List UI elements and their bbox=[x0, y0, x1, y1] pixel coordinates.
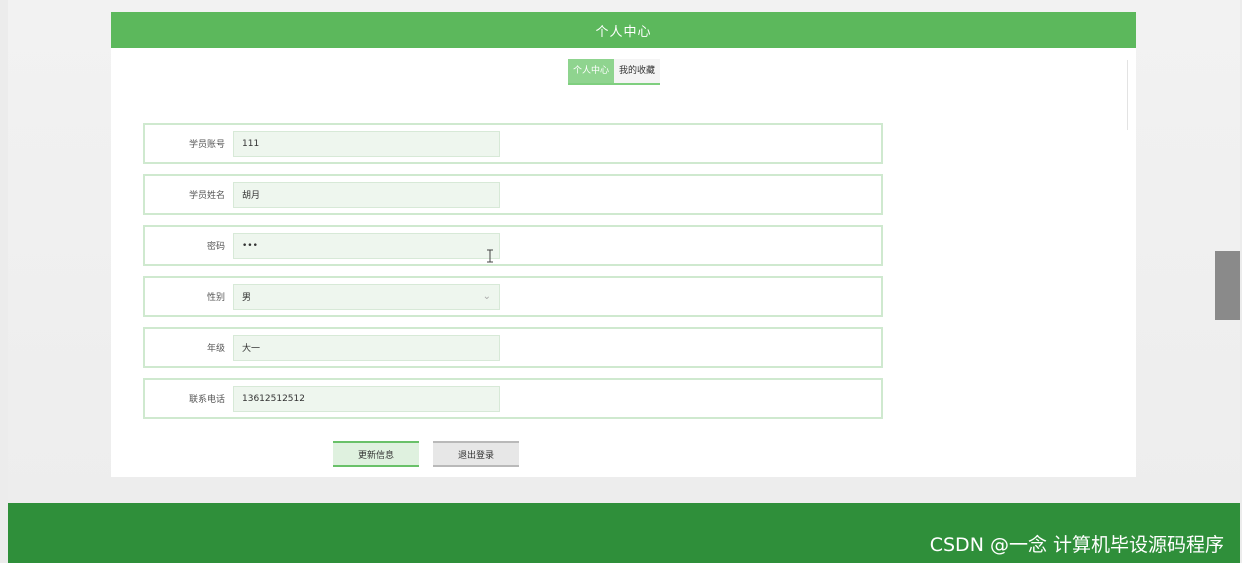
account-value: 111 bbox=[242, 138, 260, 149]
form-actions: 更新信息 退出登录 bbox=[333, 441, 519, 467]
form-row-grade: 年级 大一 bbox=[143, 327, 883, 368]
grade-input[interactable]: 大一 bbox=[233, 334, 500, 361]
password-input[interactable]: ••• bbox=[233, 232, 500, 259]
password-label: 密码 bbox=[206, 242, 225, 252]
name-value: 胡月 bbox=[242, 191, 261, 201]
form-row-phone: 联系电话 13612512512 bbox=[143, 378, 883, 419]
name-label: 学员姓名 bbox=[188, 191, 225, 201]
gender-select[interactable]: 男 ⌄ bbox=[233, 283, 500, 310]
phone-value: 13612512512 bbox=[242, 393, 305, 404]
profile-form: 学员账号 111 学员姓名 胡月 密码 ••• 性别 男 ⌄ 年级 大一 联系电… bbox=[143, 123, 883, 429]
update-info-button[interactable]: 更新信息 bbox=[333, 441, 419, 467]
tab-bar: 个人中心 我的收藏 bbox=[568, 59, 661, 85]
page-title: 个人中心 bbox=[595, 24, 652, 40]
tab-personal-center[interactable]: 个人中心 bbox=[568, 59, 615, 85]
account-input[interactable]: 111 bbox=[233, 130, 500, 157]
logout-button[interactable]: 退出登录 bbox=[433, 441, 519, 467]
form-row-password: 密码 ••• bbox=[143, 225, 883, 266]
phone-input[interactable]: 13612512512 bbox=[233, 385, 500, 412]
form-row-name: 学员姓名 胡月 bbox=[143, 174, 883, 215]
account-label: 学员账号 bbox=[188, 140, 225, 150]
grade-label: 年级 bbox=[206, 344, 225, 354]
chevron-down-icon: ⌄ bbox=[482, 291, 491, 302]
grade-value: 大一 bbox=[242, 344, 261, 354]
tab-my-favorites[interactable]: 我的收藏 bbox=[614, 59, 661, 85]
gender-label: 性别 bbox=[206, 293, 225, 303]
watermark-text: CSDN @一念 计算机毕设源码程序 bbox=[929, 534, 1224, 556]
form-row-account: 学员账号 111 bbox=[143, 123, 883, 164]
panel-header: 个人中心 bbox=[111, 12, 1136, 48]
phone-label: 联系电话 bbox=[188, 395, 225, 405]
gender-value: 男 bbox=[242, 293, 252, 303]
footer: CSDN @一念 计算机毕设源码程序 bbox=[8, 503, 1240, 563]
form-row-gender: 性别 男 ⌄ bbox=[143, 276, 883, 317]
side-scroll-handle[interactable] bbox=[1215, 251, 1240, 320]
panel-divider bbox=[1127, 60, 1128, 130]
password-value: ••• bbox=[242, 240, 258, 251]
name-input[interactable]: 胡月 bbox=[233, 181, 500, 208]
